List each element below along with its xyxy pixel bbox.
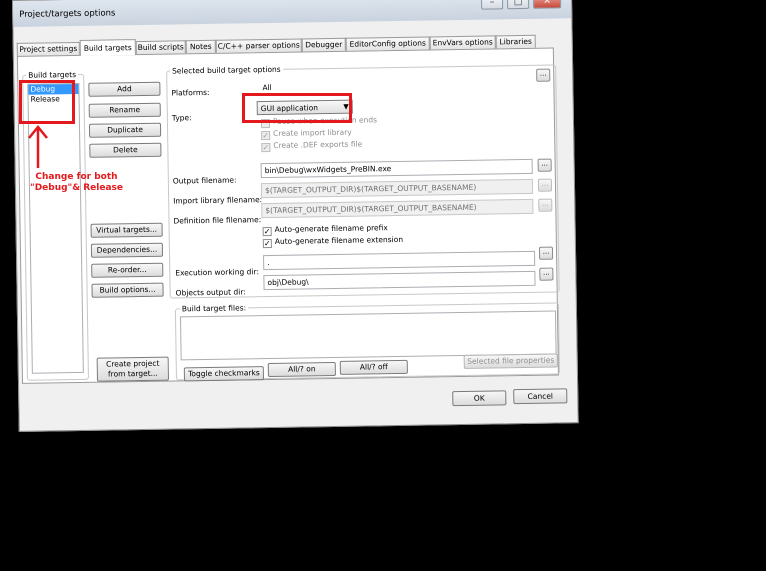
rename-button[interactable]: Rename [88,102,161,118]
all-off-button[interactable]: All/? off [339,359,408,375]
output-filename-label: Output filename: [172,175,237,186]
close-icon[interactable]: ✕ [532,0,562,9]
maximize-icon[interactable]: □ [506,0,530,10]
virtual-targets-button[interactable]: Virtual targets... [90,222,163,238]
definition-file-browse-button[interactable]: ... [538,198,553,212]
target-files-group-label: Build target files: [179,303,249,314]
definition-file-label: Definition file filename: [173,215,262,226]
title-bar[interactable]: Project/targets options – □ ✕ [13,0,572,27]
target-options-group-label: Selected build target options [170,64,283,76]
objects-dir-label: Objects output dir: [175,287,246,298]
create-project-button[interactable]: Create project from target... [96,356,169,382]
tab-envvars[interactable]: EnvVars options [429,35,496,50]
tab-project-settings[interactable]: Project settings [16,41,80,56]
window-title: Project/targets options [19,8,116,20]
arrow-up-icon [28,125,48,168]
tab-build-targets[interactable]: Build targets [79,39,136,56]
tab-editorconfig[interactable]: EditorConfig options [345,36,430,51]
import-library-browse-button[interactable]: ... [537,178,553,192]
create-import-checkbox[interactable]: ✓ [261,130,271,141]
annotation-line2: "Debug"& Release [30,183,123,193]
create-import-label: Create import library [273,127,352,138]
build-targets-group-label: Build targets [26,69,79,80]
file-properties-button[interactable]: Selected file properties [463,353,558,369]
minimize-icon[interactable]: – [480,0,504,10]
exec-dir-label: Execution working dir: [175,267,260,278]
create-project-line2: from target... [107,368,158,379]
cancel-button[interactable]: Cancel [513,388,568,405]
all-on-button[interactable]: All/? on [267,361,336,378]
ok-button[interactable]: OK [452,390,507,407]
annotation-note: Change for both "Debug"& Release [30,172,123,194]
output-browse-button[interactable]: ... [537,158,552,172]
delete-button[interactable]: Delete [89,142,162,158]
auto-prefix-label: Auto-generate filename prefix [274,223,388,234]
duplicate-button[interactable]: Duplicate [88,122,162,138]
objects-dir-browse-button[interactable]: ... [539,267,554,281]
tab-build-scripts[interactable]: Build scripts [135,40,186,55]
tab-notes[interactable]: Notes [185,39,216,54]
target-files-list[interactable] [179,310,557,361]
platforms-label: Platforms: [171,87,210,98]
reorder-button[interactable]: Re-order... [91,262,164,278]
type-highlight-box [242,93,352,123]
tab-parser-options[interactable]: C/C++ parser options [215,38,302,53]
options-dialog: Project/targets options – □ ✕ Project se… [12,0,579,432]
auto-extension-checkbox[interactable]: ✓ [262,238,272,249]
tab-libraries[interactable]: Libraries [495,34,536,49]
annotation-line1: Change for both [35,172,118,182]
tab-debugger[interactable]: Debugger [301,37,346,52]
auto-prefix-checkbox[interactable]: ✓ [262,226,272,237]
create-def-label: Create .DEF exports file [273,139,363,150]
toggle-checkmarks-button[interactable]: Toggle checkmarks [183,366,265,382]
exec-dir-browse-button[interactable]: ... [538,246,554,260]
type-label: Type: [171,113,192,123]
import-library-label: Import library filename: [173,195,263,206]
create-def-checkbox[interactable]: ✓ [261,142,271,153]
platforms-browse-button[interactable]: ... [536,68,551,82]
add-button[interactable]: Add [88,81,161,97]
targets-highlight-box [19,80,75,124]
dependencies-button[interactable]: Dependencies... [90,242,164,258]
build-options-button[interactable]: Build options... [91,282,164,298]
